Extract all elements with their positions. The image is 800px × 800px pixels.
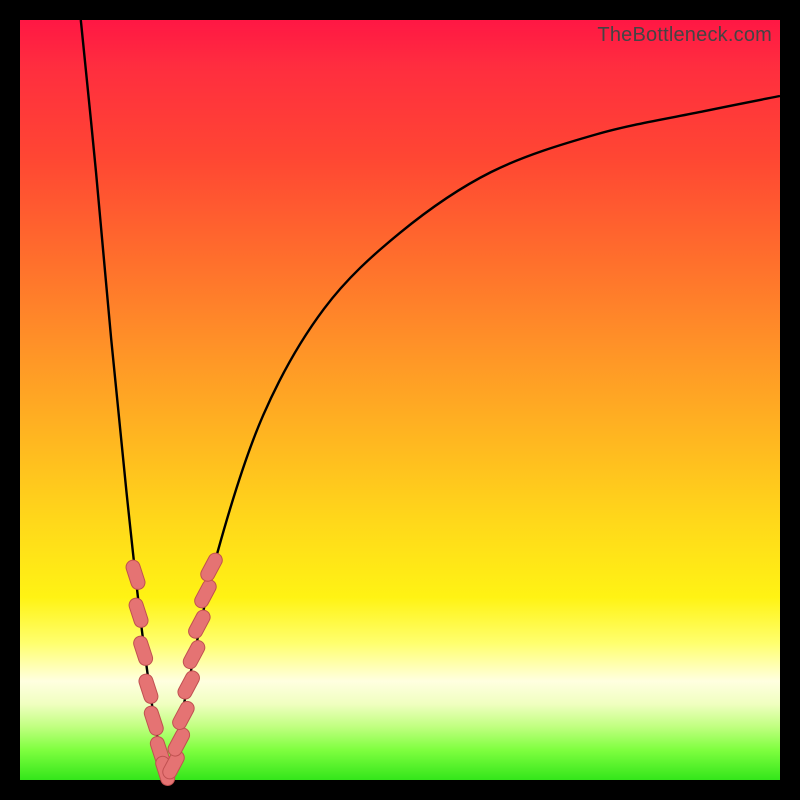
data-marker <box>192 577 218 610</box>
data-marker <box>166 725 192 758</box>
data-marker <box>170 699 196 732</box>
markers-right <box>160 551 224 782</box>
data-marker <box>186 608 212 641</box>
data-marker <box>198 551 224 584</box>
plot-area: TheBottleneck.com <box>20 20 780 780</box>
curve-left-branch <box>81 20 168 780</box>
data-marker <box>124 558 147 591</box>
data-marker <box>175 668 201 701</box>
data-marker <box>142 704 165 737</box>
chart-svg <box>20 20 780 780</box>
data-marker <box>127 596 150 629</box>
chart-frame: TheBottleneck.com <box>0 0 800 800</box>
data-marker <box>137 672 160 705</box>
curve-right-branch <box>168 96 780 780</box>
data-marker <box>181 638 207 671</box>
markers-left <box>124 558 176 787</box>
data-marker <box>132 634 155 667</box>
